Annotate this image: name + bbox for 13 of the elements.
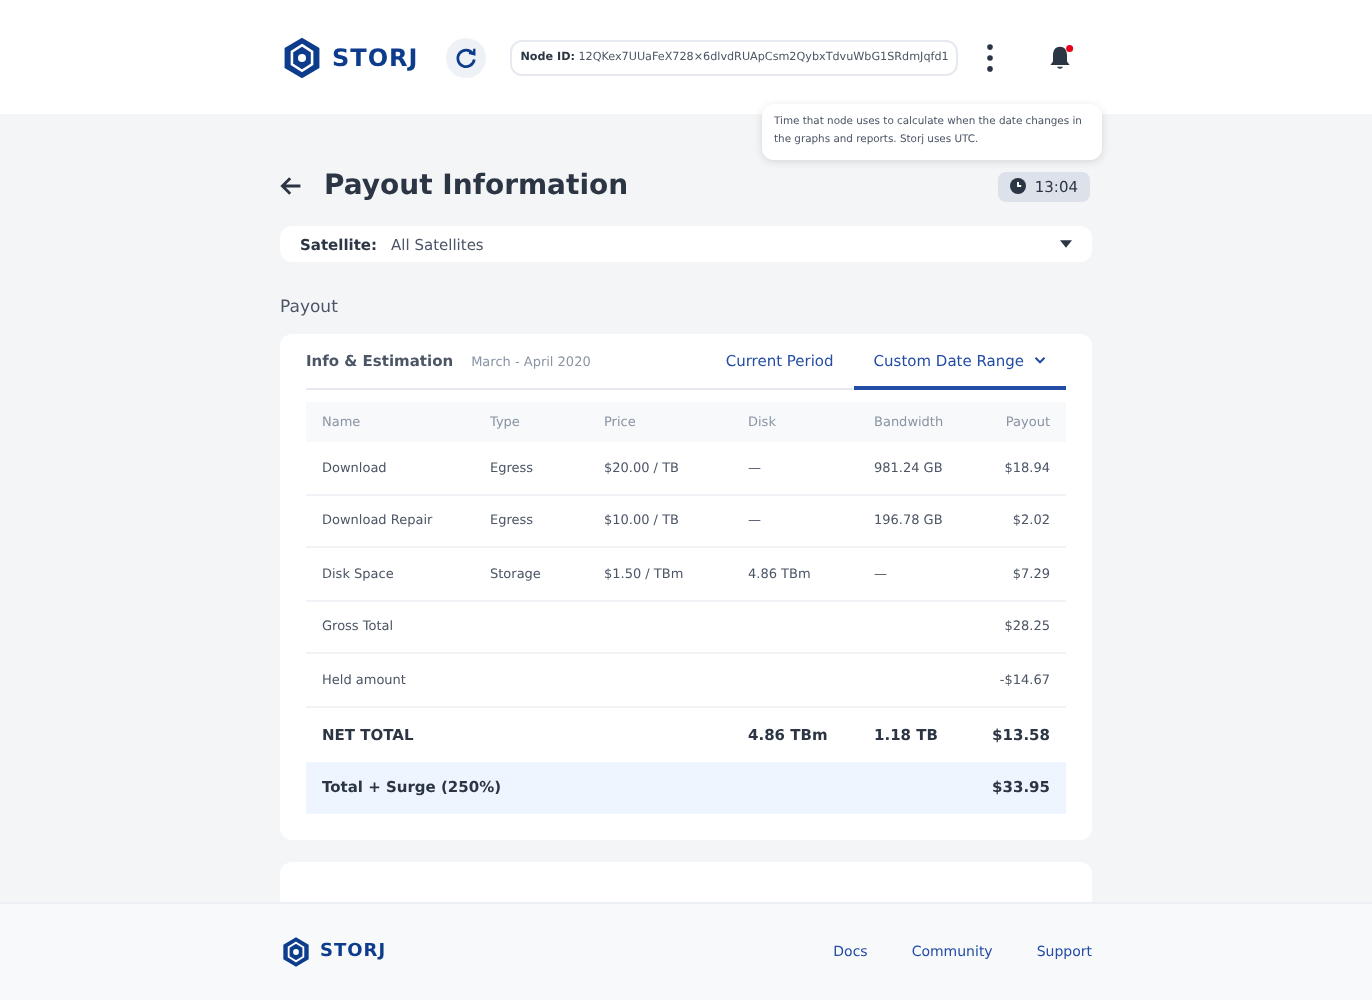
notification-bell-icon[interactable] bbox=[1046, 43, 1075, 71]
section-title: Payout bbox=[280, 298, 340, 318]
clock-icon bbox=[1010, 178, 1027, 194]
logo-icon bbox=[280, 35, 324, 79]
logo-text: STORJ bbox=[320, 942, 387, 962]
back-arrow-icon[interactable] bbox=[280, 176, 302, 196]
logo-text: STORJ bbox=[332, 43, 419, 71]
logo-icon bbox=[280, 936, 312, 968]
page-title: Payout Information bbox=[324, 170, 631, 202]
refresh-icon bbox=[454, 45, 479, 69]
refresh-button[interactable] bbox=[446, 37, 487, 77]
caret-icon bbox=[1060, 240, 1072, 248]
more-options-icon[interactable] bbox=[986, 43, 995, 71]
